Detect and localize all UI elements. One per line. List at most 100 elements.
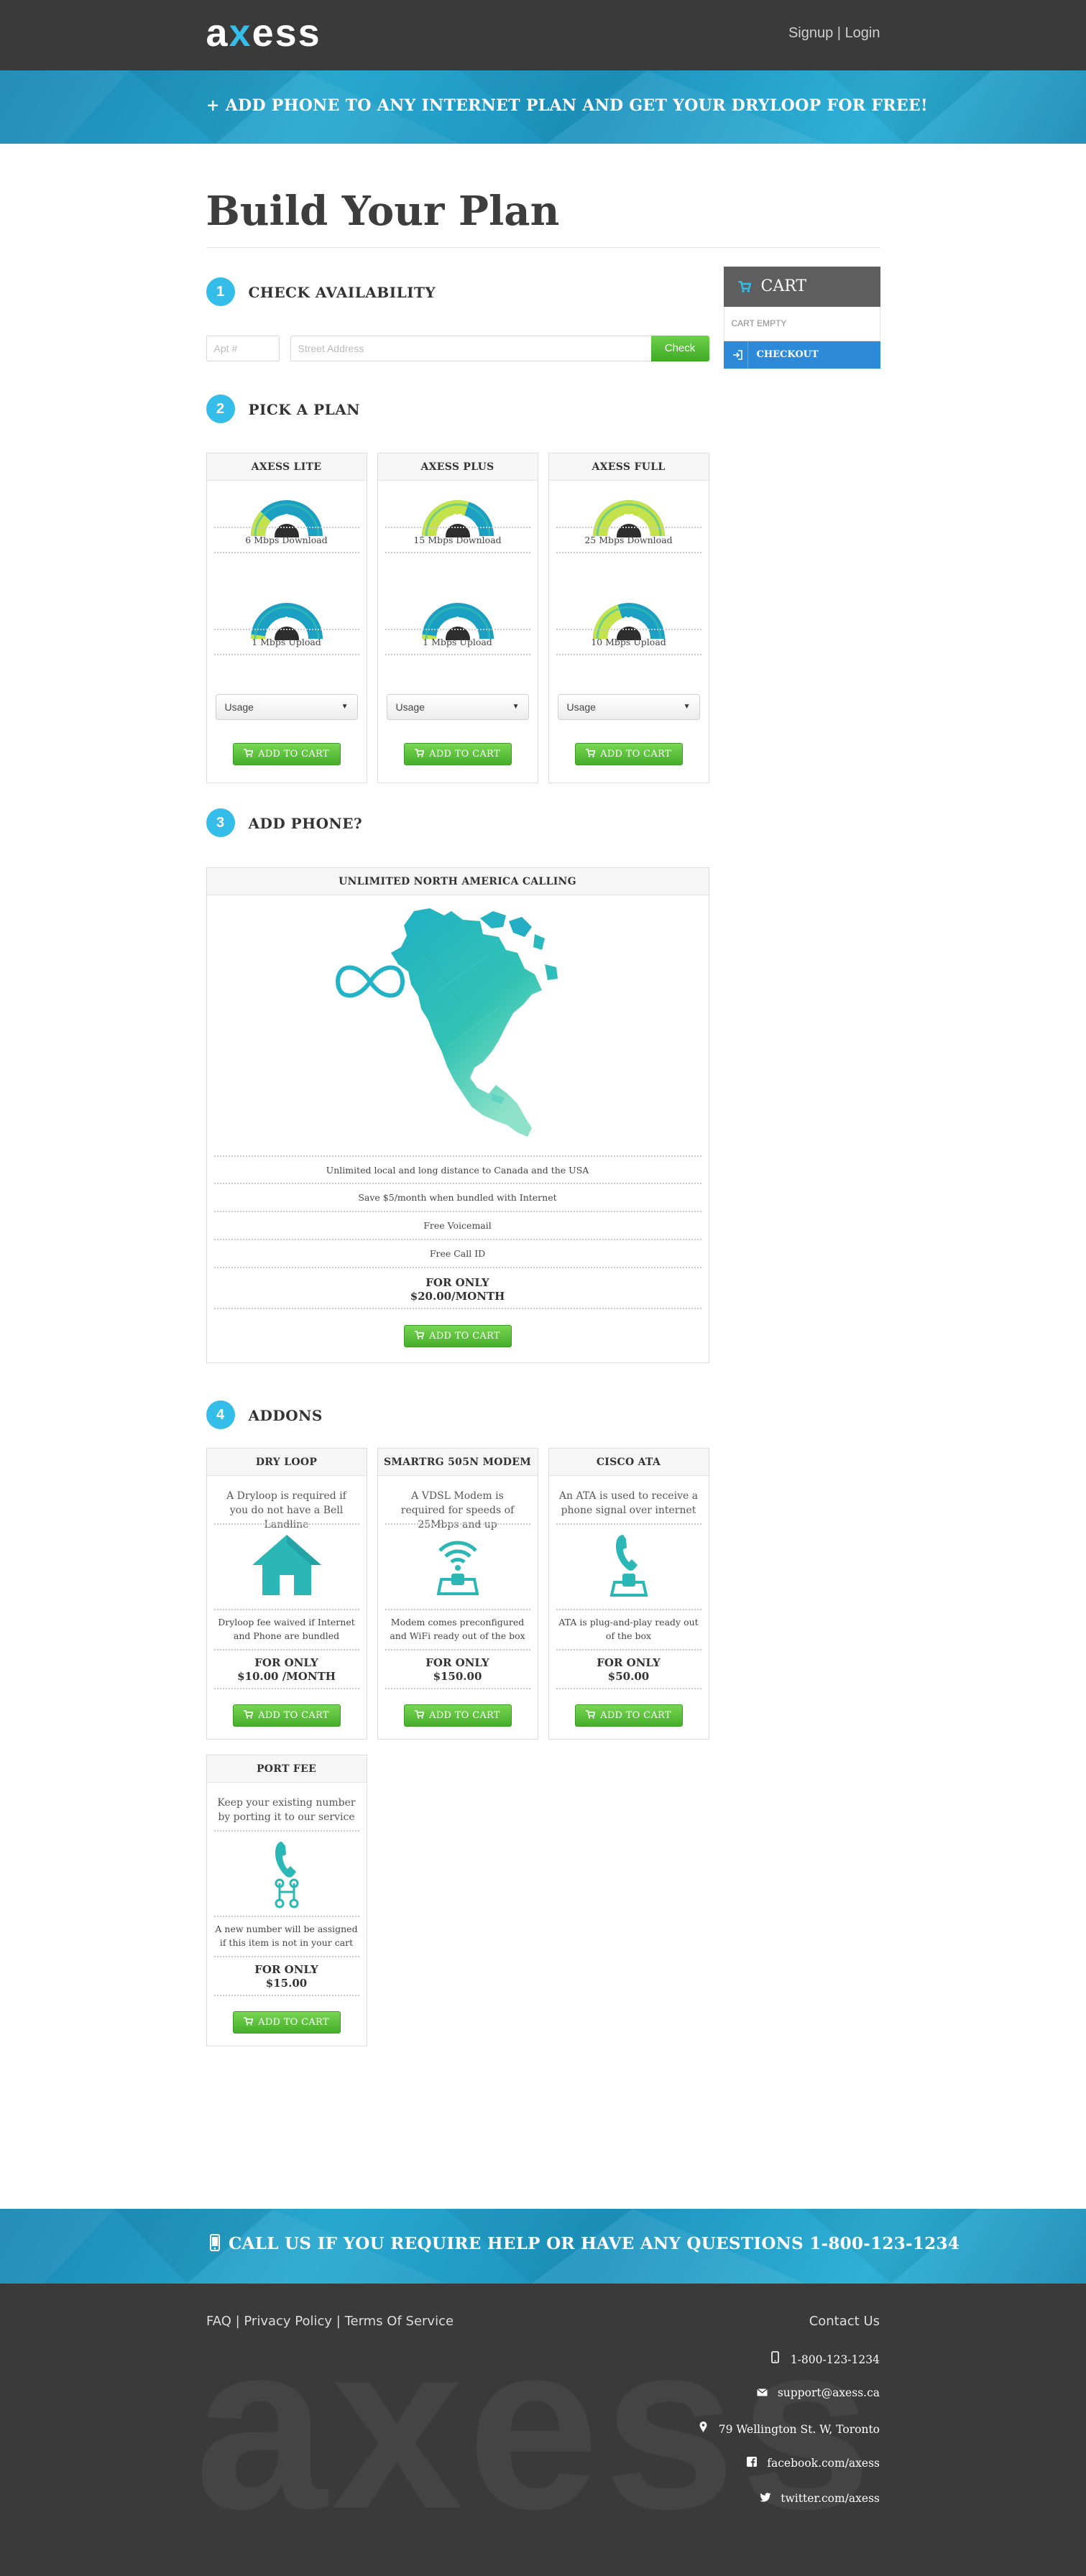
terms-of-service-link[interactable]: Terms Of Service bbox=[345, 2314, 454, 2329]
divider bbox=[556, 629, 701, 630]
price-value: $15.00 bbox=[265, 1977, 308, 1990]
usage-select[interactable]: Usage ▼ bbox=[386, 694, 529, 720]
mobile-phone-icon bbox=[766, 2351, 785, 2366]
cart-icon bbox=[586, 1706, 596, 1727]
logo-text-ess: ess bbox=[252, 11, 321, 55]
twitter-link[interactable]: twitter.com/axess bbox=[756, 2492, 880, 2505]
cart-icon bbox=[415, 1706, 425, 1727]
price-label: FOR ONLY bbox=[597, 1656, 661, 1669]
addon-note: ATA is plug-and-play ready out of the bo… bbox=[558, 1617, 699, 1641]
privacy-policy-link[interactable]: Privacy Policy bbox=[244, 2314, 332, 2329]
faq-link[interactable]: FAQ bbox=[206, 2314, 231, 2329]
upload-speed-gauge-icon: 1 bbox=[249, 600, 324, 651]
add-to-cart-button[interactable]: ADD TO CART bbox=[232, 1704, 341, 1727]
cart-icon bbox=[244, 2013, 254, 2033]
check-button[interactable]: Check bbox=[650, 336, 709, 361]
add-to-cart-button[interactable]: ADD TO CART bbox=[403, 743, 512, 765]
usage-select[interactable]: Usage ▼ bbox=[557, 694, 700, 720]
login-link[interactable]: Login bbox=[845, 25, 880, 41]
price-label: FOR ONLY bbox=[425, 1276, 489, 1289]
step-label: CHECK AVAILABILITY bbox=[248, 284, 436, 301]
cart-title: CART bbox=[760, 277, 807, 295]
divider bbox=[213, 1830, 359, 1832]
download-speed-gauge-icon: 6 bbox=[249, 497, 324, 548]
contact-phone[interactable]: 1-800-123-1234 bbox=[766, 2351, 880, 2366]
price-label: FOR ONLY bbox=[425, 1656, 489, 1669]
add-to-cart-button[interactable]: ADD TO CART bbox=[232, 743, 341, 765]
checkout-label: CHECKOUT bbox=[756, 349, 819, 360]
cart-empty-text: CART EMPTY bbox=[723, 307, 880, 341]
step-number: 3 bbox=[206, 808, 235, 837]
divider bbox=[556, 552, 701, 553]
logo[interactable]: axess bbox=[206, 13, 321, 53]
addon-name: DRY LOOP bbox=[206, 1449, 367, 1476]
divider bbox=[213, 654, 359, 655]
phone-plan-title: UNLIMITED NORTH AMERICA CALLING bbox=[206, 868, 709, 895]
plan-card: AXESS LITE 6 6 Mbps Download 1 1 Mbps Upload… bbox=[206, 453, 367, 783]
facebook-link[interactable]: facebook.com/axess bbox=[742, 2457, 880, 2470]
add-to-cart-button[interactable]: ADD TO CART bbox=[574, 743, 683, 765]
plan-card: AXESS FULL 25 25 Mbps Download 10 10 Mbps Up… bbox=[548, 453, 709, 783]
download-speed-gauge-icon: 15 bbox=[420, 497, 495, 548]
envelope-icon bbox=[753, 2386, 772, 2399]
divider bbox=[213, 1995, 359, 1996]
add-to-cart-button[interactable]: ADD TO CART bbox=[403, 1325, 512, 1347]
download-speed-label: 25 Mbps Download bbox=[584, 535, 673, 545]
price-value: $10.00 /MONTH bbox=[237, 1670, 336, 1683]
add-to-cart-button[interactable]: ADD TO CART bbox=[403, 1704, 512, 1727]
sign-in-icon bbox=[728, 341, 748, 369]
divider bbox=[213, 1916, 359, 1917]
help-banner: CALL US IF YOU REQUIRE HELP OR HAVE ANY … bbox=[0, 2209, 1086, 2284]
upload-speed-value: 10 bbox=[623, 614, 634, 625]
download-speed-label: 6 Mbps Download bbox=[245, 535, 328, 545]
step-label: ADDONS bbox=[248, 1407, 323, 1424]
chevron-down-icon: ▼ bbox=[683, 703, 691, 711]
apt-input[interactable]: Apt # bbox=[206, 336, 280, 361]
ata-icon bbox=[549, 1532, 709, 1604]
divider bbox=[385, 1688, 530, 1689]
contact-email[interactable]: support@axess.ca bbox=[753, 2386, 880, 2399]
link-separator: | bbox=[332, 2314, 345, 2329]
download-speed-value: 15 bbox=[452, 512, 463, 522]
usage-select-label: Usage bbox=[566, 701, 596, 713]
chevron-down-icon: ▼ bbox=[341, 703, 349, 711]
add-to-cart-button[interactable]: ADD TO CART bbox=[574, 1704, 683, 1727]
map-marker-icon bbox=[694, 2422, 713, 2436]
addon-note: A new number will be assigned if this it… bbox=[215, 1924, 358, 1948]
divider bbox=[385, 654, 530, 655]
facebook-link-text: facebook.com/axess bbox=[767, 2457, 880, 2470]
checkout-button[interactable]: CHECKOUT bbox=[723, 341, 880, 369]
port-icon bbox=[207, 1839, 367, 1911]
upload-speed-gauge-icon: 10 bbox=[592, 600, 666, 651]
help-text-label: CALL US IF YOU REQUIRE HELP OR HAVE ANY … bbox=[229, 2234, 960, 2253]
price-label: FOR ONLY bbox=[254, 1656, 318, 1669]
divider bbox=[213, 1239, 701, 1240]
promo-banner: + ADD PHONE TO ANY INTERNET PLAN AND GET… bbox=[0, 70, 1086, 144]
divider bbox=[213, 629, 359, 630]
feature-line: Unlimited local and long distance to Can… bbox=[326, 1165, 589, 1176]
divider bbox=[385, 1523, 530, 1525]
addon-name: PORT FEE bbox=[206, 1755, 367, 1783]
addon-description: Keep your existing number by porting it … bbox=[217, 1797, 356, 1823]
street-address-input[interactable]: Street Address bbox=[290, 336, 653, 361]
page-title: Build Your Plan bbox=[206, 188, 560, 235]
cart-icon bbox=[244, 1706, 254, 1727]
divider bbox=[213, 1609, 359, 1610]
add-to-cart-label: ADD TO CART bbox=[258, 749, 329, 760]
usage-select[interactable]: Usage ▼ bbox=[215, 694, 358, 720]
promo-text: + ADD PHONE TO ANY INTERNET PLAN AND GET… bbox=[206, 96, 928, 115]
price-label: FOR ONLY bbox=[254, 1963, 318, 1976]
add-to-cart-label: ADD TO CART bbox=[429, 1331, 500, 1342]
download-speed-value: 6 bbox=[283, 512, 290, 522]
step-number: 2 bbox=[206, 394, 235, 423]
divider bbox=[213, 1267, 701, 1268]
divider bbox=[385, 1609, 530, 1610]
addon-card: DRY LOOP A Dryloop is required if you do … bbox=[206, 1448, 367, 1740]
divider bbox=[213, 1155, 701, 1157]
add-to-cart-button[interactable]: ADD TO CART bbox=[232, 2011, 341, 2033]
divider bbox=[213, 1211, 701, 1212]
signup-link[interactable]: Signup bbox=[788, 25, 833, 41]
price-value: $50.00 bbox=[607, 1670, 650, 1683]
facebook-icon bbox=[742, 2457, 761, 2470]
addon-note: Dryloop fee waived if Internet and Phone… bbox=[218, 1617, 355, 1641]
